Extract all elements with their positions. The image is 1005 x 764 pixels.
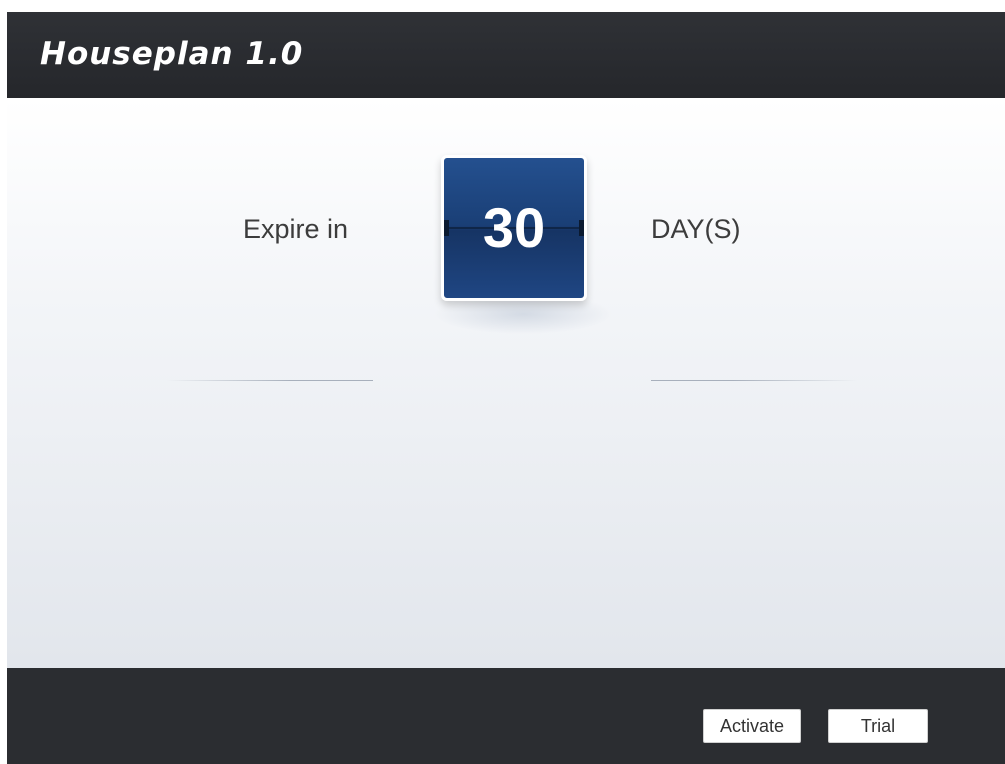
days-remaining-counter: 30 xyxy=(441,155,587,301)
expire-in-label: Expire in xyxy=(243,214,349,244)
license-panel: Expire in 30 DAY(S) xyxy=(7,98,1005,668)
trial-button[interactable]: Trial xyxy=(828,709,928,743)
divider-right xyxy=(651,380,857,381)
days-remaining-value: 30 xyxy=(482,196,546,259)
license-dialog: Houseplan 1.0 Expire in 30 DAY(S) Activa… xyxy=(7,12,1005,764)
activate-button[interactable]: Activate xyxy=(703,709,801,743)
footer-bar: Activate Trial xyxy=(7,668,1005,764)
title-bar: Houseplan 1.0 xyxy=(7,12,1005,98)
days-unit-label: DAY(S) xyxy=(651,214,741,244)
app-title: Houseplan 1.0 xyxy=(40,36,304,72)
divider-left xyxy=(167,380,373,381)
